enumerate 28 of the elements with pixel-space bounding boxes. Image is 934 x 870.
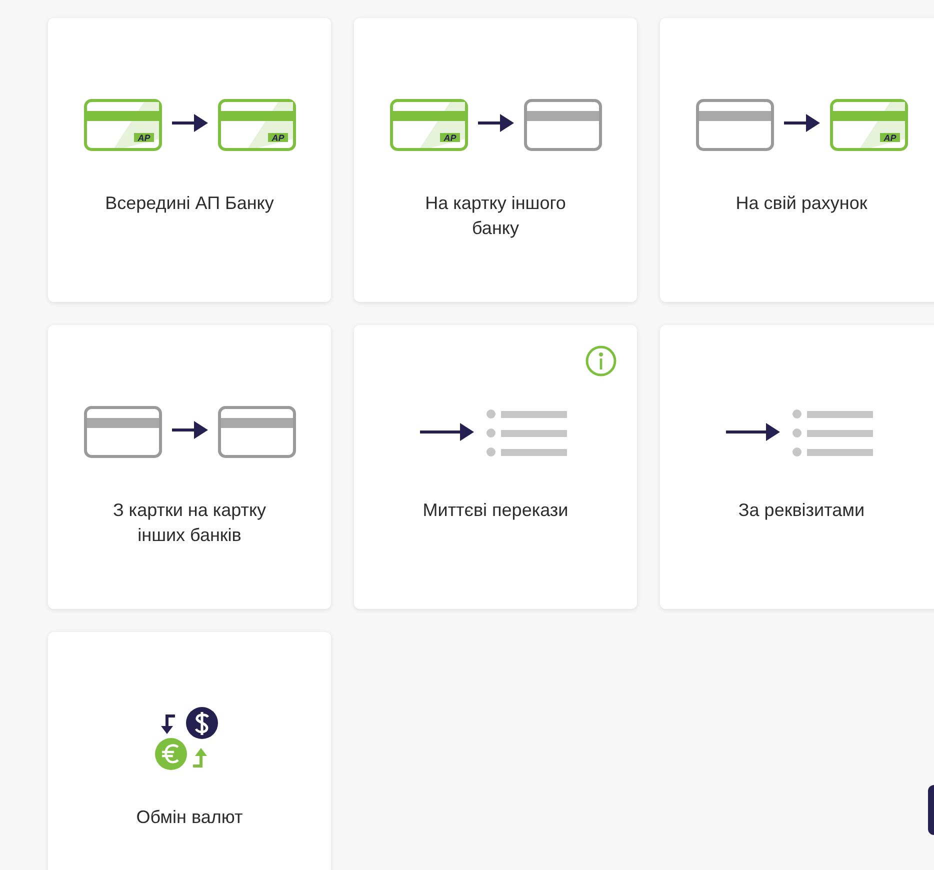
tile-label: На картку іншого банку <box>424 192 567 240</box>
transfer-tile[interactable]: AP На свій рахунок <box>660 18 934 302</box>
tile-label: Миттєві перекази <box>422 499 570 522</box>
arrow-icon <box>420 422 474 442</box>
card-icon <box>524 99 602 151</box>
tile-label: Обмін валют <box>135 806 244 829</box>
arrow-icon <box>726 422 780 442</box>
transfer-tile[interactable]: AP На картку іншого банку <box>354 18 637 302</box>
transfer-tile[interactable]: За реквізитами <box>660 325 934 609</box>
card-icon <box>696 99 774 151</box>
logo-text: AP <box>883 133 896 143</box>
transfer-tile[interactable]: AP AP Всередині АП Банку <box>48 18 331 302</box>
transfer-tile[interactable]: Обмін валют <box>48 632 331 870</box>
card-icon <box>84 406 162 458</box>
arrow-icon <box>784 112 820 132</box>
transfer-tile[interactable]: Миттєві перекази <box>354 325 637 609</box>
arrow-icon <box>478 112 514 132</box>
tile-label: За реквізитами <box>737 499 866 522</box>
card-icon <box>218 406 296 458</box>
logo-text: AP <box>271 133 284 143</box>
logo-text: AP <box>443 133 456 143</box>
transfer-tile[interactable]: З картки на картку інших банків <box>48 325 331 609</box>
tile-label: Всередині АП Банку <box>104 192 275 215</box>
tile-label: На свій рахунок <box>734 192 868 215</box>
tile-label: З картки на картку інших банків <box>112 499 268 547</box>
logo-text: AP <box>137 133 150 143</box>
arrow-icon <box>172 112 208 132</box>
arrow-icon <box>172 420 208 440</box>
